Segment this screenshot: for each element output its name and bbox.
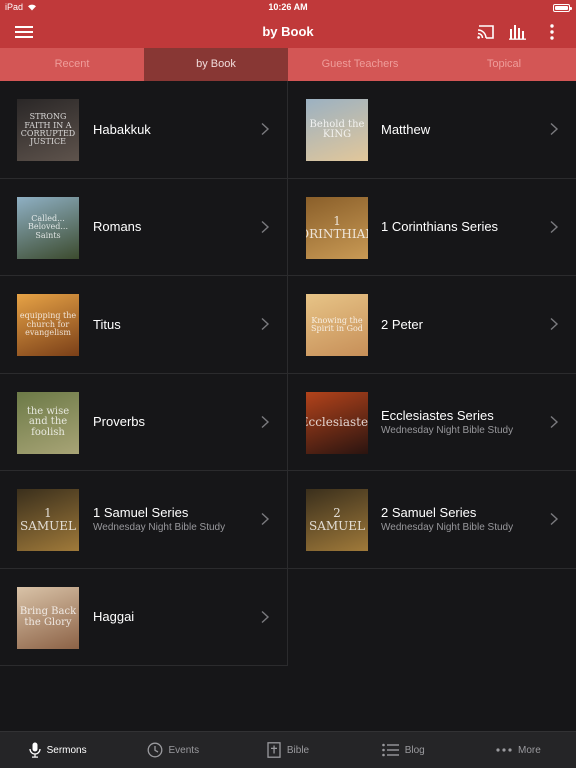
tab-recent[interactable]: Recent — [0, 48, 144, 81]
book-item-1-corinthians-series[interactable]: 1 CORINTHIANS 1 Corinthians Series — [288, 179, 576, 276]
series-artwork: STRONG FAITH IN A CORRUPTED JUSTICE — [17, 99, 79, 161]
series-artwork: equipping the church for evangelism — [17, 294, 79, 356]
artwork-text: STRONG FAITH IN A CORRUPTED JUSTICE — [20, 112, 76, 147]
book-text: 1 Samuel Series Wednesday Night Bible Stu… — [93, 471, 251, 568]
book-item-2-samuel-series[interactable]: 2 SAMUEL 2 Samuel Series Wednesday Night B… — [288, 471, 576, 569]
tab-bar-item-events[interactable]: Events — [115, 732, 230, 768]
series-artwork: 1 CORINTHIANS — [306, 196, 368, 259]
more-vertical-icon[interactable] — [542, 22, 562, 42]
chevron-right-icon — [550, 415, 559, 428]
artwork-text: Called... Beloved... Saints — [28, 213, 68, 240]
book-title: Ecclesiastes Series — [381, 407, 494, 423]
book-text: Habakkuk — [93, 81, 251, 178]
book-item-2-peter[interactable]: Knowing the Spirit in God 2 Peter — [288, 276, 576, 374]
book-text: Haggai — [93, 569, 251, 666]
book-item-habakkuk[interactable]: STRONG FAITH IN A CORRUPTED JUSTICE Habak… — [0, 81, 288, 179]
sermon-tabs: Recent by Book Guest Teachers Topical — [0, 48, 576, 81]
nav-bar: by Book — [0, 16, 576, 48]
tab-topical[interactable]: Topical — [432, 48, 576, 81]
series-artwork: 1 SAMUEL — [17, 489, 79, 551]
chevron-right-icon — [261, 512, 270, 526]
book-item-1-samuel-series[interactable]: 1 SAMUEL 1 Samuel Series Wednesday Night B… — [0, 471, 288, 569]
book-title: 2 Peter — [381, 316, 423, 332]
book-item-romans[interactable]: Called... Beloved... Saints Romans — [0, 178, 288, 276]
status-bar: iPad 10:26 AM — [0, 0, 576, 16]
artwork-text: Bring Back the Glory — [19, 606, 77, 628]
book-title: Titus — [93, 316, 121, 332]
cast-icon[interactable] — [476, 22, 496, 42]
chevron-right-icon — [261, 415, 270, 428]
chevron-right-icon — [261, 220, 270, 233]
book-text: Titus — [93, 276, 251, 373]
book-subtitle: Wednesday Night Bible Study — [93, 522, 226, 534]
artwork-text: the wise and the foolish — [26, 405, 70, 438]
tab-bar-item-more[interactable]: More — [461, 732, 576, 768]
book-text: Matthew — [381, 81, 540, 178]
tab-bar-item-blog[interactable]: Blog — [346, 732, 461, 768]
book-title: 1 Corinthians Series — [381, 219, 499, 235]
tab-bar-item-bible[interactable]: Bible — [230, 732, 345, 768]
chevron-right-icon — [550, 512, 559, 526]
chevron-right-icon — [550, 220, 559, 233]
book-text: 2 Peter — [381, 276, 540, 373]
book-item-haggai[interactable]: Bring Back the Glory Haggai — [0, 568, 288, 666]
bottom-tab-bar: Sermons Events Bible Blog More — [0, 731, 576, 768]
battery-icon — [553, 4, 572, 12]
book-subtitle: Wednesday Night Bible Study — [381, 424, 514, 436]
chevron-right-icon — [550, 122, 559, 136]
book-text: Proverbs — [93, 374, 251, 471]
series-artwork: the wise and the foolish — [17, 391, 79, 454]
book-item-ecclesiastes-series[interactable]: Ecclesiastes Ecclesiastes SeriesWednesday… — [288, 374, 576, 471]
series-artwork: Knowing the Spirit in God — [306, 294, 368, 356]
book-item-matthew[interactable]: Behold the KING Matthew — [288, 81, 576, 179]
series-artwork: 2 SAMUEL — [306, 489, 368, 551]
artwork-text: equipping the church for evangelism — [19, 311, 77, 338]
book-title: Haggai — [93, 609, 135, 625]
tab-bar-label: Events — [168, 744, 200, 756]
tab-bar-label: Blog — [404, 744, 425, 756]
book-title: 1 Samuel Series — [93, 505, 189, 521]
tab-guest-teachers[interactable]: Guest Teachers — [288, 48, 432, 81]
artwork-text: Ecclesiastes — [306, 415, 368, 430]
book-title: Romans — [93, 219, 142, 235]
series-artwork: Ecclesiastes — [306, 391, 368, 454]
book-subtitle: Wednesday Night Bible Study — [381, 522, 514, 534]
book-text: Ecclesiastes Series Wednesday Night Bible… — [381, 374, 540, 471]
chevron-right-icon — [261, 610, 270, 623]
chevron-right-icon — [261, 317, 270, 331]
list-icon — [381, 743, 399, 757]
series-artwork: Bring Back the Glory — [17, 586, 79, 649]
artwork-text: 1 CORINTHIANS — [306, 213, 368, 241]
more-dots-icon — [496, 748, 512, 752]
artwork-text: Knowing the Spirit in God — [311, 315, 363, 333]
equalizer-icon[interactable] — [508, 22, 528, 42]
tab-bar-label: More — [518, 744, 541, 756]
artwork-text: Behold the KING — [309, 118, 365, 140]
tab-bar-label: Sermons — [46, 744, 87, 756]
clock-icon — [147, 742, 163, 758]
tab-bar-item-sermons[interactable]: Sermons — [0, 732, 115, 768]
book-text: 1 Corinthians Series — [381, 179, 540, 276]
book-title: Proverbs — [93, 414, 146, 430]
tab-by-book[interactable]: by Book — [144, 48, 288, 81]
book-text: Romans — [93, 179, 251, 276]
series-artwork: Called... Beloved... Saints — [17, 196, 79, 259]
book-item-proverbs[interactable]: the wise and the foolish Proverbs — [0, 373, 288, 471]
book-item-titus[interactable]: equipping the church for evangelism Titus — [0, 276, 288, 374]
chevron-right-icon — [550, 317, 559, 331]
artwork-text: 1 SAMUEL — [19, 506, 76, 533]
microphone-icon — [28, 742, 41, 758]
series-artwork: Behold the KING — [306, 99, 368, 161]
book-text: 2 Samuel Series Wednesday Night Bible Stu… — [381, 471, 540, 568]
book-title: Habakkuk — [93, 121, 151, 137]
bible-icon — [267, 742, 281, 758]
chevron-right-icon — [261, 122, 270, 136]
tab-bar-label: Bible — [286, 744, 310, 756]
book-title: 2 Samuel Series — [381, 505, 477, 521]
artwork-text: 2 SAMUEL — [308, 506, 365, 533]
book-title: Matthew — [381, 121, 431, 137]
status-time: 10:26 AM — [268, 2, 308, 12]
